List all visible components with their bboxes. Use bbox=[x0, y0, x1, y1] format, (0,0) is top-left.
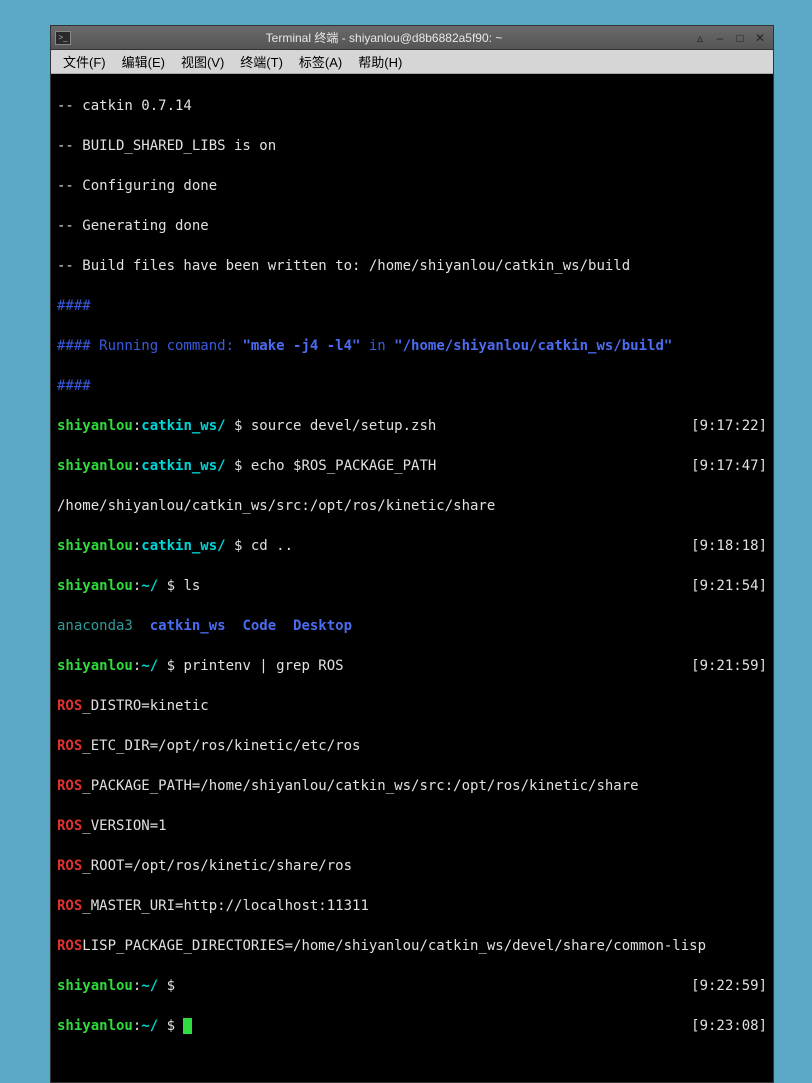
timestamp: [9:17:22] bbox=[691, 416, 767, 436]
cursor bbox=[183, 1018, 192, 1034]
terminal-area[interactable]: -- catkin 0.7.14 -- BUILD_SHARED_LIBS is… bbox=[51, 74, 773, 1082]
prompt-line: shiyanlou:catkin_ws/ $ cd ..[9:18:18] bbox=[57, 536, 767, 556]
ls-item: Desktop bbox=[293, 618, 352, 634]
ls-item: catkin_ws bbox=[150, 618, 226, 634]
timestamp: [9:22:59] bbox=[691, 976, 767, 996]
output-line: #### Running command: "make -j4 -l4" in … bbox=[57, 336, 767, 356]
match: ROS bbox=[57, 698, 82, 714]
match: ROS bbox=[57, 898, 82, 914]
output-line: ROS_VERSION=1 bbox=[57, 816, 767, 836]
text: in bbox=[360, 338, 394, 354]
prompt-line: shiyanlou:~/ $ [9:22:59] bbox=[57, 976, 767, 996]
output-line: /home/shiyanlou/catkin_ws/src:/opt/ros/k… bbox=[57, 496, 767, 516]
timestamp: [9:21:54] bbox=[691, 576, 767, 596]
text: "/home/shiyanlou/catkin_ws/build" bbox=[394, 338, 672, 354]
match: ROS bbox=[57, 938, 82, 954]
minimize-button[interactable]: – bbox=[711, 30, 729, 46]
menubar: 文件(F) 编辑(E) 视图(V) 终端(T) 标签(A) 帮助(H) bbox=[51, 50, 773, 74]
command: $ echo $ROS_PACKAGE_PATH bbox=[226, 458, 437, 474]
prompt-path: ~/ bbox=[141, 1018, 158, 1034]
timestamp: [9:23:08] bbox=[691, 1016, 767, 1036]
timestamp: [9:17:47] bbox=[691, 456, 767, 476]
output-line: ROS_ROOT=/opt/ros/kinetic/share/ros bbox=[57, 856, 767, 876]
command: $ ls bbox=[158, 578, 200, 594]
prompt-path: catkin_ws/ bbox=[141, 418, 225, 434]
text: _VERSION=1 bbox=[82, 818, 166, 834]
output-line: #### bbox=[57, 376, 767, 396]
ls-item: Code bbox=[242, 618, 276, 634]
prompt-user: shiyanlou bbox=[57, 1018, 133, 1034]
text: : bbox=[133, 978, 141, 994]
text: "make -j4 -l4" bbox=[242, 338, 360, 354]
text: _MASTER_URI=http://localhost:11311 bbox=[82, 898, 369, 914]
prompt-user: shiyanlou bbox=[57, 978, 133, 994]
text: : bbox=[133, 1018, 141, 1034]
text: _ETC_DIR=/opt/ros/kinetic/etc/ros bbox=[82, 738, 360, 754]
text: _DISTRO=kinetic bbox=[82, 698, 208, 714]
match: ROS bbox=[57, 738, 82, 754]
prompt-path: ~/ bbox=[141, 658, 158, 674]
timestamp: [9:21:59] bbox=[691, 656, 767, 676]
command: $ cd .. bbox=[226, 538, 293, 554]
terminal-icon: >_ bbox=[55, 31, 71, 45]
prompt-line: shiyanlou:~/ $ [9:23:08] bbox=[57, 1016, 767, 1036]
output-line: -- Configuring done bbox=[57, 176, 767, 196]
menu-file[interactable]: 文件(F) bbox=[57, 50, 112, 73]
output-line: ROS_PACKAGE_PATH=/home/shiyanlou/catkin_… bbox=[57, 776, 767, 796]
output-line: -- Generating done bbox=[57, 216, 767, 236]
menu-tabs[interactable]: 标签(A) bbox=[293, 50, 348, 73]
output-line: #### bbox=[57, 296, 767, 316]
prompt-path: ~/ bbox=[141, 978, 158, 994]
timestamp: [9:18:18] bbox=[691, 536, 767, 556]
output-line: -- Build files have been written to: /ho… bbox=[57, 256, 767, 276]
text: : bbox=[133, 658, 141, 674]
output-line: ROSLISP_PACKAGE_DIRECTORIES=/home/shiyan… bbox=[57, 936, 767, 956]
menu-view[interactable]: 视图(V) bbox=[175, 50, 230, 73]
menu-terminal[interactable]: 终端(T) bbox=[234, 50, 289, 73]
prompt-path: catkin_ws/ bbox=[141, 538, 225, 554]
menu-edit[interactable]: 编辑(E) bbox=[116, 50, 171, 73]
command: $ printenv | grep ROS bbox=[158, 658, 343, 674]
match: ROS bbox=[57, 818, 82, 834]
output-line: ROS_ETC_DIR=/opt/ros/kinetic/etc/ros bbox=[57, 736, 767, 756]
shade-button[interactable]: ▵ bbox=[691, 30, 709, 46]
prompt-user: shiyanlou bbox=[57, 458, 133, 474]
prompt-line: shiyanlou:~/ $ ls[9:21:54] bbox=[57, 576, 767, 596]
match: ROS bbox=[57, 778, 82, 794]
output-line: ROS_MASTER_URI=http://localhost:11311 bbox=[57, 896, 767, 916]
command: $ source devel/setup.zsh bbox=[226, 418, 437, 434]
output-line: -- catkin 0.7.14 bbox=[57, 96, 767, 116]
titlebar[interactable]: >_ Terminal 终端 - shiyanlou@d8b6882a5f90:… bbox=[51, 26, 773, 50]
output-line: -- BUILD_SHARED_LIBS is on bbox=[57, 136, 767, 156]
output-line: anaconda3 catkin_ws Code Desktop bbox=[57, 616, 767, 636]
output-line: ROS_DISTRO=kinetic bbox=[57, 696, 767, 716]
close-button[interactable]: ✕ bbox=[751, 30, 769, 46]
command: $ bbox=[158, 978, 183, 994]
prompt-line: shiyanlou:catkin_ws/ $ source devel/setu… bbox=[57, 416, 767, 436]
prompt-user: shiyanlou bbox=[57, 418, 133, 434]
prompt-path: ~/ bbox=[141, 578, 158, 594]
command: $ bbox=[158, 1018, 183, 1034]
text: _ROOT=/opt/ros/kinetic/share/ros bbox=[82, 858, 352, 874]
prompt-path: catkin_ws/ bbox=[141, 458, 225, 474]
prompt-line: shiyanlou:~/ $ printenv | grep ROS [9:21:… bbox=[57, 656, 767, 676]
menu-help[interactable]: 帮助(H) bbox=[352, 50, 408, 73]
match: ROS bbox=[57, 858, 82, 874]
prompt-user: shiyanlou bbox=[57, 658, 133, 674]
window-title: Terminal 终端 - shiyanlou@d8b6882a5f90: ~ bbox=[77, 29, 691, 46]
text: _PACKAGE_PATH=/home/shiyanlou/catkin_ws/… bbox=[82, 778, 638, 794]
window-controls: ▵ – □ ✕ bbox=[691, 30, 769, 46]
terminal-window: >_ Terminal 终端 - shiyanlou@d8b6882a5f90:… bbox=[50, 25, 774, 1083]
maximize-button[interactable]: □ bbox=[731, 30, 749, 46]
text: #### Running command: bbox=[57, 338, 242, 354]
text: LISP_PACKAGE_DIRECTORIES=/home/shiyanlou… bbox=[82, 938, 706, 954]
prompt-user: shiyanlou bbox=[57, 538, 133, 554]
prompt-user: shiyanlou bbox=[57, 578, 133, 594]
ls-item: anaconda3 bbox=[57, 618, 133, 634]
prompt-line: shiyanlou:catkin_ws/ $ echo $ROS_PACKAGE… bbox=[57, 456, 767, 476]
